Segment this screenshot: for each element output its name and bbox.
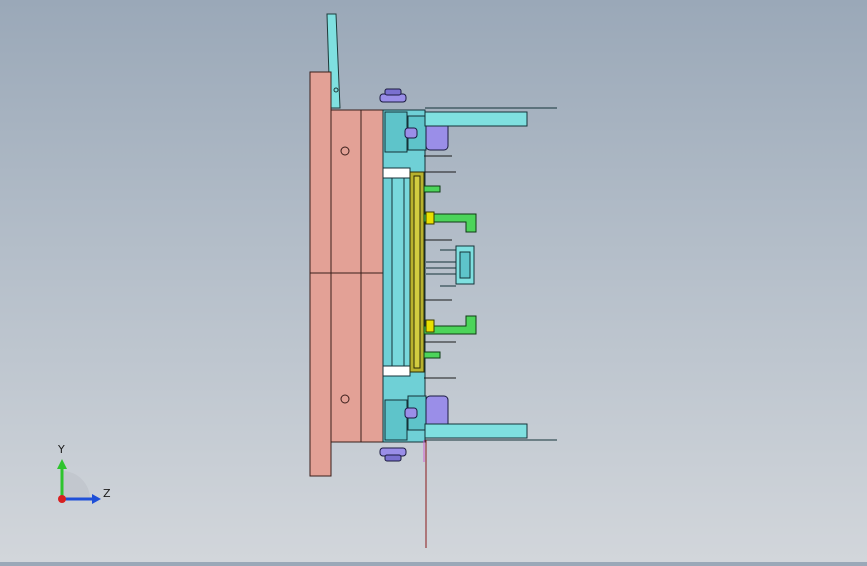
- z-axis-label: Z: [103, 487, 111, 500]
- cad-graphics-viewport[interactable]: [0, 0, 867, 562]
- parting-axis-line: [423, 440, 427, 548]
- molded-part: [409, 171, 425, 373]
- center-connector: [426, 245, 475, 287]
- mold-assembly-drawing[interactable]: [0, 0, 867, 562]
- top-clamp-plate: [309, 71, 384, 477]
- y-axis-label: Y: [57, 443, 65, 456]
- view-orientation-triad-icon: Y Z: [40, 435, 130, 515]
